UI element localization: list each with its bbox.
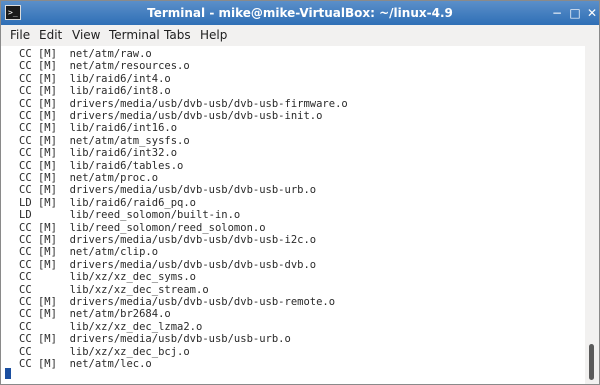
minimize-icon[interactable]: − (549, 5, 565, 21)
terminal-line: CC [M] drivers/media/usb/dvb-usb/dvb-usb… (19, 234, 317, 246)
terminal-line: CC [M] lib/raid6/int16.o (19, 122, 178, 135)
terminal-line: LD lib/reed_solomon/built-in.o (19, 209, 241, 222)
title-bar[interactable]: >_ Terminal - mike@mike-VirtualBox: ~/li… (1, 1, 599, 25)
terminal-line: CC [M] net/atm/proc.o (19, 172, 159, 184)
terminal-cursor (5, 368, 11, 379)
terminal-line: CC [M] net/atm/lec.o (19, 358, 152, 370)
terminal-line: CC [M] lib/raid6/tables.o (19, 159, 184, 172)
terminal-output[interactable]: CC [M] net/atm/raw.o CC [M] net/atm/resou… (1, 46, 585, 384)
window-title: Terminal - mike@mike-VirtualBox: ~/linux… (147, 6, 453, 20)
terminal-line: CC [M] drivers/media/usb/dvb-usb/dvb-usb… (19, 110, 323, 122)
scrollbar-thumb[interactable] (589, 344, 594, 380)
menu-file[interactable]: File (10, 25, 30, 46)
terminal-line: CC [M] net/atm/clip.o (19, 246, 159, 259)
menu-help[interactable]: Help (200, 25, 227, 46)
terminal-line: CC [M] lib/raid6/int4.o (19, 72, 171, 85)
terminal-line: CC [M] drivers/media/usb/dvb-usb/dvb-usb… (19, 296, 336, 308)
terminal-line: CC [M] drivers/media/usb/dvb-usb/dvb-usb… (19, 97, 348, 110)
menu-view[interactable]: View (72, 25, 100, 46)
terminal-line: CC [M] drivers/media/usb/dvb-usb/dvb-usb… (19, 258, 317, 271)
menu-terminal[interactable]: Terminal (109, 25, 160, 46)
menu-bar: File Edit View Terminal Tabs Help (1, 25, 599, 46)
terminal-line: CC [M] lib/raid6/int32.o (19, 147, 178, 160)
terminal-line: CC lib/xz/xz_dec_stream.o (19, 283, 209, 296)
menu-tabs[interactable]: Tabs (164, 25, 191, 46)
terminal-line: CC lib/xz/xz_dec_lzma2.o (19, 320, 203, 333)
close-icon[interactable]: ✕ (584, 5, 600, 21)
terminal-line: CC [M] net/atm/resources.o (19, 60, 190, 73)
menu-edit[interactable]: Edit (39, 25, 62, 46)
terminal-line: CC lib/xz/xz_dec_bcj.o (19, 345, 190, 358)
terminal-line: CC [M] lib/raid6/int8.o (19, 85, 171, 98)
terminal-line: CC [M] drivers/media/usb/dvb-usb/dvb-usb… (19, 184, 317, 197)
terminal-line: CC [M] lib/reed_solomon/reed_solomon.o (19, 221, 266, 234)
terminal-window: >_ Terminal - mike@mike-VirtualBox: ~/li… (0, 0, 600, 385)
maximize-icon[interactable]: □ (567, 5, 583, 21)
terminal-line: CC lib/xz/xz_dec_syms.o (19, 271, 197, 284)
terminal-line: CC [M] net/atm/raw.o (19, 48, 152, 60)
scrollbar[interactable] (585, 46, 599, 384)
terminal-line: CC [M] drivers/media/usb/dvb-usb/usb-urb… (19, 333, 291, 346)
terminal-line: LD [M] lib/raid6/raid6_pq.o (19, 196, 197, 209)
terminal-line: CC [M] net/atm/atm_sysfs.o (19, 134, 190, 147)
terminal-line: CC [M] net/atm/br2684.o (19, 308, 171, 321)
